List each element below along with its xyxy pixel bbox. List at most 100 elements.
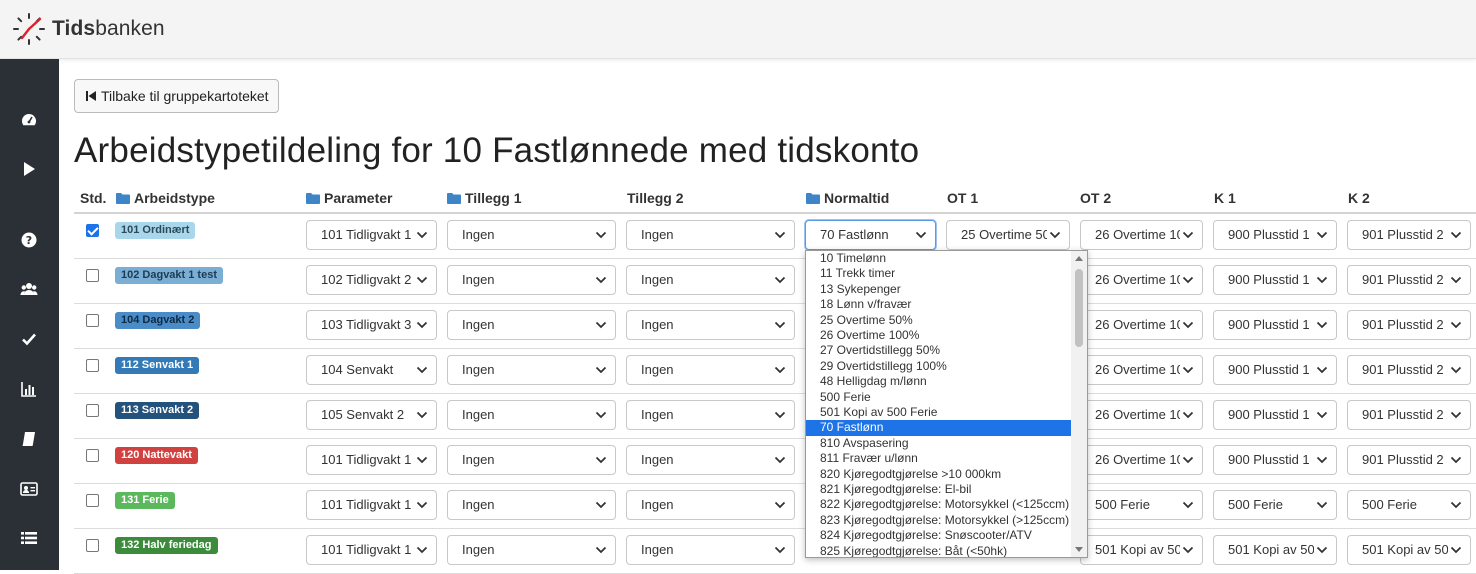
k2-select[interactable]: 901 Plusstid 2 xyxy=(1347,310,1471,340)
arbeidstype-badge[interactable]: 132 Halv feriedag xyxy=(115,537,218,554)
dropdown-option[interactable]: 26 Overtime 100% xyxy=(806,328,1072,343)
k2-select[interactable]: 901 Plusstid 2 xyxy=(1347,355,1471,385)
dropdown-option[interactable]: 501 Kopi av 500 Ferie xyxy=(806,405,1072,420)
k1-select[interactable]: 900 Plusstid 1 xyxy=(1213,310,1337,340)
k1-select[interactable]: 900 Plusstid 1 xyxy=(1213,355,1337,385)
dropdown-option[interactable]: 11 Trekk timer xyxy=(806,266,1072,281)
k1-select[interactable]: 900 Plusstid 1 xyxy=(1213,220,1337,250)
std-checkbox[interactable] xyxy=(86,314,99,327)
tillegg1-select[interactable]: Ingen xyxy=(447,310,616,340)
k1-select[interactable]: 500 Ferie xyxy=(1213,490,1337,520)
tillegg2-select[interactable]: Ingen xyxy=(626,400,795,430)
ot2-select[interactable]: 26 Overtime 100% xyxy=(1080,265,1203,295)
std-checkbox[interactable] xyxy=(86,404,99,417)
tillegg2-select[interactable]: Ingen xyxy=(626,445,795,475)
brand-logo[interactable]: Tidsbanken xyxy=(12,12,165,46)
dropdown-option[interactable]: 820 Kjøregodtgjørelse >10 000km xyxy=(806,467,1072,482)
tillegg2-select[interactable]: Ingen xyxy=(626,490,795,520)
ot2-select[interactable]: 501 Kopi av 500 Ferie xyxy=(1080,535,1203,565)
k1-select[interactable]: 900 Plusstid 1 xyxy=(1213,400,1337,430)
dropdown-option[interactable]: 48 Helligdag m/lønn xyxy=(806,374,1072,389)
ot2-select[interactable]: 26 Overtime 100% xyxy=(1080,355,1203,385)
dropdown-option[interactable]: 27 Overtidstillegg 50% xyxy=(806,343,1072,358)
col-parameter[interactable]: Parameter xyxy=(306,190,393,206)
dropdown-option[interactable]: 500 Ferie xyxy=(806,390,1072,405)
parameter-select[interactable]: 104 Senvakt xyxy=(306,355,437,385)
parameter-select[interactable]: 105 Senvakt 2 xyxy=(306,400,437,430)
tillegg2-select[interactable]: Ingen xyxy=(626,355,795,385)
normaltid-dropdown-list[interactable]: 10 Timelønn 11 Trekk timer 13 Sykepenger 18… xyxy=(805,250,1088,558)
arbeidstype-badge[interactable]: 101 Ordinært xyxy=(115,222,196,239)
dropdown-option[interactable]: 825 Kjøregodtgjørelse: Båt (<50hk) xyxy=(806,544,1072,557)
arbeidstype-badge[interactable]: 131 Ferie xyxy=(115,492,175,509)
ot2-select[interactable]: 26 Overtime 100% xyxy=(1080,445,1203,475)
id-card-icon[interactable] xyxy=(18,478,40,500)
help-icon[interactable]: ? xyxy=(18,229,40,251)
dashboard-icon[interactable] xyxy=(18,109,40,131)
tillegg2-select[interactable]: Ingen xyxy=(626,220,795,250)
parameter-select[interactable]: 102 Tidligvakt 2 xyxy=(306,265,437,295)
dropdown-option[interactable]: 13 Sykepenger xyxy=(806,282,1072,297)
dropdown-option[interactable]: 823 Kjøregodtgjørelse: Motorsykkel (>125… xyxy=(806,513,1072,528)
arbeidstype-badge[interactable]: 120 Nattevakt xyxy=(115,447,198,464)
tillegg1-select[interactable]: Ingen xyxy=(447,535,616,565)
normaltid-select[interactable]: 70 Fastlønn xyxy=(805,220,936,250)
ot2-select[interactable]: 26 Overtime 100% xyxy=(1080,400,1203,430)
dropdown-option[interactable]: 811 Fravær u/lønn xyxy=(806,451,1072,466)
k2-select[interactable]: 500 Ferie xyxy=(1347,490,1471,520)
dropdown-option[interactable]: 70 Fastlønn xyxy=(806,420,1072,436)
arbeidstype-badge[interactable]: 112 Senvakt 1 xyxy=(115,357,200,374)
scroll-up-icon[interactable] xyxy=(1075,256,1083,261)
dropdown-option[interactable]: 29 Overtidstillegg 100% xyxy=(806,359,1072,374)
k1-select[interactable]: 900 Plusstid 1 xyxy=(1213,445,1337,475)
book-icon[interactable] xyxy=(18,428,40,450)
parameter-select[interactable]: 101 Tidligvakt 1 xyxy=(306,535,437,565)
tillegg1-select[interactable]: Ingen xyxy=(447,355,616,385)
tillegg1-select[interactable]: Ingen xyxy=(447,445,616,475)
col-normaltid[interactable]: Normaltid xyxy=(806,190,889,206)
k1-select[interactable]: 900 Plusstid 1 xyxy=(1213,265,1337,295)
check-icon[interactable] xyxy=(18,328,40,350)
arbeidstype-badge[interactable]: 113 Senvakt 2 xyxy=(115,402,200,419)
k2-select[interactable]: 901 Plusstid 2 xyxy=(1347,265,1471,295)
std-checkbox[interactable] xyxy=(86,449,99,462)
ot1-select[interactable]: 25 Overtime 50% xyxy=(946,220,1070,250)
tillegg1-select[interactable]: Ingen xyxy=(447,400,616,430)
tillegg1-select[interactable]: Ingen xyxy=(447,490,616,520)
dropdown-option[interactable]: 821 Kjøregodtgjørelse: El-bil xyxy=(806,482,1072,497)
parameter-select[interactable]: 101 Tidligvakt 1 xyxy=(306,220,437,250)
k2-select[interactable]: 501 Kopi av 500 Ferie xyxy=(1347,535,1471,565)
ot2-select[interactable]: 500 Ferie xyxy=(1080,490,1203,520)
arbeidstype-badge[interactable]: 104 Dagvakt 2 xyxy=(115,312,201,329)
std-checkbox[interactable] xyxy=(86,539,99,552)
arbeidstype-badge[interactable]: 102 Dagvakt 1 test xyxy=(115,267,223,284)
tillegg2-select[interactable]: Ingen xyxy=(626,310,795,340)
parameter-select[interactable]: 103 Tidligvakt 3 xyxy=(306,310,437,340)
k1-select[interactable]: 501 Kopi av 500 Ferie xyxy=(1213,535,1337,565)
back-to-group-file-button[interactable]: Tilbake til gruppekartoteket xyxy=(74,79,279,113)
dropdown-option[interactable]: 18 Lønn v/fravær xyxy=(806,297,1072,312)
scroll-down-icon[interactable] xyxy=(1075,547,1083,552)
ot2-select[interactable]: 26 Overtime 100% xyxy=(1080,220,1203,250)
dropdown-option[interactable]: 10 Timelønn xyxy=(806,251,1072,266)
std-checkbox[interactable] xyxy=(86,224,99,237)
dropdown-option[interactable]: 810 Avspasering xyxy=(806,436,1072,451)
k2-select[interactable]: 901 Plusstid 2 xyxy=(1347,220,1471,250)
play-icon[interactable] xyxy=(18,158,40,180)
col-arbeidstype[interactable]: Arbeidstype xyxy=(116,190,215,206)
ot2-select[interactable]: 26 Overtime 100% xyxy=(1080,310,1203,340)
tillegg2-select[interactable]: Ingen xyxy=(626,535,795,565)
std-checkbox[interactable] xyxy=(86,494,99,507)
users-icon[interactable] xyxy=(18,278,40,300)
dropdown-option[interactable]: 25 Overtime 50% xyxy=(806,313,1072,328)
tillegg2-select[interactable]: Ingen xyxy=(626,265,795,295)
col-tillegg1[interactable]: Tillegg 1 xyxy=(447,190,522,206)
parameter-select[interactable]: 101 Tidligvakt 1 xyxy=(306,490,437,520)
parameter-select[interactable]: 101 Tidligvakt 1 xyxy=(306,445,437,475)
dropdown-scrollbar[interactable] xyxy=(1071,251,1087,557)
list-icon[interactable] xyxy=(18,527,40,549)
std-checkbox[interactable] xyxy=(86,269,99,282)
chart-icon[interactable] xyxy=(18,378,40,400)
k2-select[interactable]: 901 Plusstid 2 xyxy=(1347,445,1471,475)
dropdown-option[interactable]: 824 Kjøregodtgjørelse: Snøscooter/ATV xyxy=(806,528,1072,543)
